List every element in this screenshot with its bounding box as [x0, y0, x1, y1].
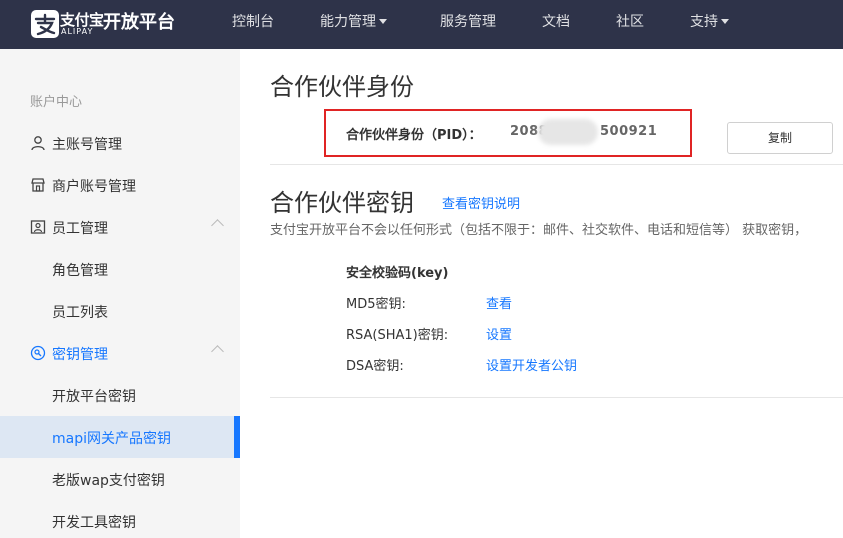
sidebar-item-label: 商户账号管理 [52, 179, 136, 195]
nav-service[interactable]: 服务管理 [440, 11, 496, 31]
divider [270, 164, 843, 165]
chevron-up-icon [211, 345, 224, 358]
divider [270, 397, 843, 398]
top-navbar: 支付宝 ALIPAY 开放平台 控制台 能力管理 服务管理 文档 社区 支持 [0, 0, 843, 49]
nav-capability[interactable]: 能力管理 [320, 11, 387, 31]
sidebar: 账户中心 主账号管理 商户账号管理 员工管理 角色管理 员工列表 密钥管理 开放… [0, 49, 240, 538]
sidebar-item-open-platform-key[interactable]: 开放平台密钥 [0, 374, 240, 416]
sidebar-item-staff[interactable]: 员工管理 [0, 206, 240, 248]
sidebar-heading: 账户中心 [30, 95, 83, 110]
nav-community[interactable]: 社区 [616, 11, 644, 31]
pid-redaction [538, 119, 598, 145]
user-icon [31, 136, 45, 151]
dsa-key-label: DSA密钥: [346, 359, 404, 374]
nav-docs[interactable]: 文档 [542, 11, 570, 31]
sidebar-item-label: 老版wap支付密钥 [52, 473, 165, 489]
sidebar-item-wap-key[interactable]: 老版wap支付密钥 [0, 458, 240, 500]
sidebar-item-label: 角色管理 [52, 263, 108, 279]
security-code-title: 安全校验码(key) [346, 266, 449, 281]
security-notice: 支付宝开放平台不会以任何形式（包括不限于：邮件、社交软件、电话和短信等） 获取密… [270, 223, 808, 238]
rsa-key-label: RSA(SHA1)密钥: [346, 328, 449, 343]
caret-down-icon [721, 19, 729, 24]
sidebar-item-devtools-key[interactable]: 开发工具密钥 [0, 500, 240, 538]
sidebar-item-label: 开放平台密钥 [52, 389, 136, 405]
md5-view-link[interactable]: 查看 [486, 293, 512, 312]
sidebar-item-key-management[interactable]: 密钥管理 [0, 332, 240, 374]
md5-key-label: MD5密钥: [346, 297, 406, 312]
chevron-up-icon [211, 219, 224, 232]
brand-title[interactable]: 开放平台 [103, 8, 175, 34]
sidebar-item-label: 主账号管理 [52, 137, 122, 153]
identity-title: 合作伙伴身份 [270, 73, 414, 101]
sidebar-item-label: mapi网关产品密钥 [52, 431, 171, 447]
sidebar-item-label: 员工管理 [52, 221, 108, 237]
sidebar-item-label: 开发工具密钥 [52, 515, 136, 531]
copy-button[interactable]: 复制 [727, 122, 833, 154]
key-icon [30, 345, 46, 361]
sidebar-item-main-account[interactable]: 主账号管理 [0, 122, 240, 164]
dsa-set-link[interactable]: 设置开发者公钥 [486, 355, 577, 374]
nav-support[interactable]: 支持 [690, 11, 729, 31]
sidebar-item-label: 密钥管理 [52, 347, 108, 363]
sidebar-item-roles[interactable]: 角色管理 [0, 248, 240, 290]
sidebar-item-staff-list[interactable]: 员工列表 [0, 290, 240, 332]
sidebar-item-label: 员工列表 [52, 305, 108, 321]
sidebar-item-mapi-key[interactable]: mapi网关产品密钥 [0, 416, 240, 458]
nav-console[interactable]: 控制台 [232, 11, 274, 31]
pid-label: 合作伙伴身份（PID）： [346, 128, 482, 143]
pid-suffix[interactable]: 500921 [600, 124, 657, 139]
key-title: 合作伙伴密钥 [270, 189, 414, 217]
key-explain-link[interactable]: 查看密钥说明 [442, 193, 520, 212]
rsa-set-link[interactable]: 设置 [486, 324, 512, 343]
caret-down-icon [379, 19, 387, 24]
logo-subtext: ALIPAY [61, 27, 94, 36]
sidebar-item-merchant-account[interactable]: 商户账号管理 [0, 164, 240, 206]
shop-icon [31, 178, 45, 192]
staff-icon [30, 220, 46, 234]
alipay-logo-icon[interactable] [30, 9, 60, 39]
